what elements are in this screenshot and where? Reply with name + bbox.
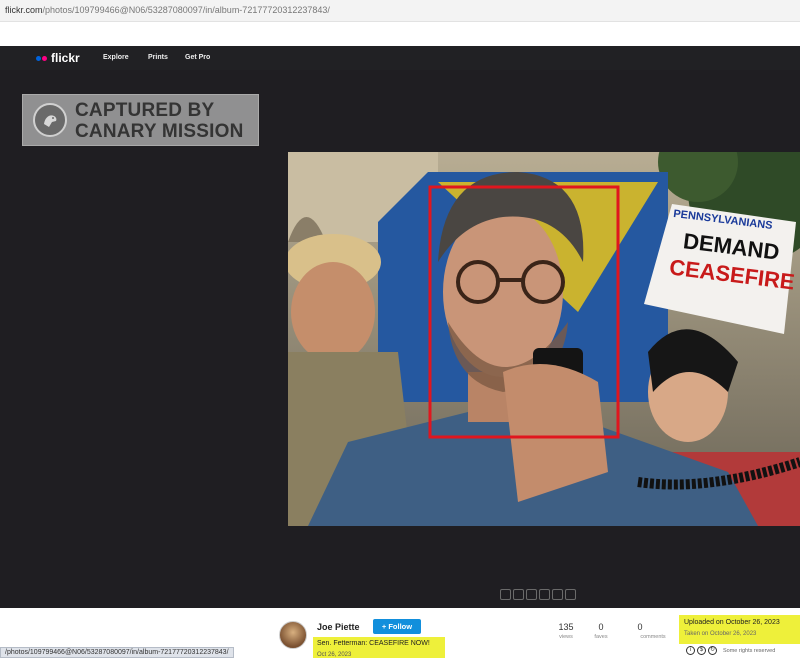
browser-status-bar: /photos/109799466@N06/53287080097/in/alb… xyxy=(0,647,234,658)
nav-explore[interactable]: Explore xyxy=(103,54,129,61)
stat-views-value: 135 xyxy=(558,622,574,632)
sharealike-icon: ↻ xyxy=(708,646,717,655)
download-icon[interactable] xyxy=(500,589,511,600)
nav-prints[interactable]: Prints xyxy=(148,54,168,61)
stat-comments-label: comments xyxy=(640,634,666,640)
stat-faves-label: faves xyxy=(594,634,608,640)
share-icon[interactable] xyxy=(513,589,524,600)
more-icon[interactable] xyxy=(565,589,576,600)
stat-faves-value: 0 xyxy=(598,622,604,632)
author-name[interactable]: Joe Piette xyxy=(317,622,360,632)
flickr-logo[interactable]: flickr xyxy=(36,51,80,65)
canary-mission-watermark: CAPTURED BY CANARY MISSION xyxy=(22,94,259,146)
taken-date: Taken on October 26, 2023 xyxy=(684,631,757,637)
add-to-gallery-icon[interactable] xyxy=(539,589,550,600)
top-nav: flickr Explore Prints Get Pro xyxy=(0,46,800,70)
author-avatar[interactable] xyxy=(279,621,307,649)
fullscreen-icon[interactable] xyxy=(552,589,563,600)
watermark-line2: CANARY MISSION xyxy=(75,121,244,142)
canary-bird-icon xyxy=(33,103,67,137)
main-photo[interactable]: PENNSYLVANIANS DEMAND CEASEFIRE xyxy=(288,152,800,526)
watermark-line1: CAPTURED BY xyxy=(75,100,215,121)
photo-toolbar xyxy=(500,589,576,600)
follow-button[interactable]: + Follow xyxy=(373,619,421,634)
rights-text: Some rights reserved xyxy=(723,647,776,654)
page-spacer xyxy=(0,22,800,46)
title-date: Oct 26, 2023 xyxy=(317,652,352,658)
attribution-icon: i xyxy=(686,646,695,655)
pink-dot-icon xyxy=(42,55,47,61)
stat-comments-value: 0 xyxy=(637,622,643,632)
noncommercial-icon: $ xyxy=(697,646,706,655)
url-text[interactable]: flickr.com/photos/109799466@N06/53287080… xyxy=(5,5,330,15)
nav-get-pro[interactable]: Get Pro xyxy=(185,54,210,61)
stat-views-label: views xyxy=(559,634,573,640)
favorite-icon[interactable] xyxy=(526,589,537,600)
browser-url-bar[interactable]: flickr.com/photos/109799466@N06/53287080… xyxy=(0,0,800,22)
uploaded-date: Uploaded on October 26, 2023 xyxy=(684,619,780,626)
license-row[interactable]: i $ ↻ Some rights reserved xyxy=(686,646,775,655)
blue-dot-icon xyxy=(36,55,41,61)
photo-title: Sen. Fetterman: CEASEFIRE NOW! xyxy=(317,640,430,647)
